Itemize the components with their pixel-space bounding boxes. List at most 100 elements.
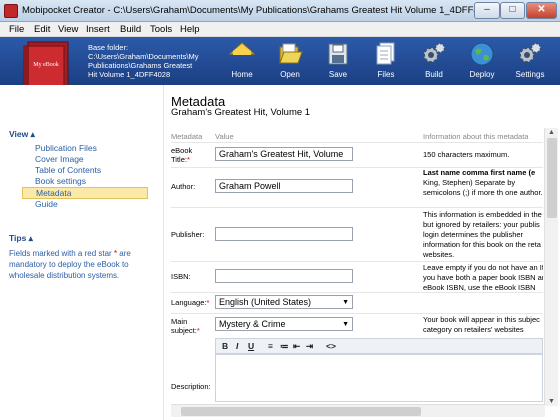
ordered-list-button[interactable]: ≡ [268, 341, 273, 351]
language-label: Language:* [171, 298, 215, 307]
language-select[interactable]: English (United States) ▼ [215, 295, 353, 309]
row-divider [171, 292, 543, 293]
language-required-star: * [206, 298, 210, 307]
isbn-label: ISBN: [171, 272, 191, 281]
home-label: Home [231, 70, 253, 79]
menu-help[interactable]: Help [180, 24, 200, 35]
menu-bar: File Edit View Insert Build Tools Help [0, 22, 560, 37]
app-icon [4, 4, 18, 18]
author-field[interactable]: Graham Powell [215, 179, 353, 193]
window-title: Mobipocket Creator - C:\Users\Graham\Doc… [22, 5, 503, 16]
deploy-button[interactable]: Deploy [459, 41, 505, 83]
menu-tools[interactable]: Tools [150, 24, 172, 35]
title-bar: Mobipocket Creator - C:\Users\Graham\Doc… [0, 0, 560, 22]
scroll-up-icon[interactable]: ▲ [548, 129, 555, 136]
italic-button[interactable]: I [236, 341, 238, 351]
source-view-button[interactable]: <> [326, 341, 336, 351]
chevron-down-icon: ▼ [342, 299, 349, 306]
indent-button[interactable]: ⇥ [306, 341, 313, 352]
files-button[interactable]: Files [363, 41, 409, 83]
unordered-list-button[interactable]: ≔ [280, 341, 289, 352]
language-value: English (United States) [219, 297, 312, 307]
vertical-scroll-thumb[interactable] [547, 138, 557, 218]
horizontal-scroll-thumb[interactable] [181, 407, 421, 416]
deploy-label: Deploy [469, 70, 495, 79]
isbn-field[interactable] [215, 269, 353, 283]
description-label: Description: [171, 382, 211, 391]
subject-required-star: * [196, 326, 200, 335]
menu-edit[interactable]: Edit [34, 24, 50, 35]
build-button[interactable]: Build [411, 41, 457, 83]
minimize-button[interactable]: – [474, 2, 500, 19]
author-info-text: King, Stephen) Separate by semicolons (;… [423, 178, 543, 197]
isbn-info: Leave empty if you do not have an If you… [423, 263, 543, 292]
language-label-text: Language: [171, 298, 207, 307]
home-icon [229, 42, 255, 55]
home-button[interactable]: Home [219, 41, 265, 83]
bold-button[interactable]: B [222, 341, 228, 351]
publisher-info: This information is embedded in the but … [423, 210, 542, 259]
open-button[interactable]: Open [267, 41, 313, 83]
build-label: Build [425, 70, 443, 79]
metadata-panel: Metadata Graham's Greatest Hit, Volume 1… [164, 85, 560, 420]
subject-select[interactable]: Mystery & Crime ▼ [215, 317, 353, 331]
menu-insert[interactable]: Insert [86, 24, 110, 35]
scroll-down-icon[interactable]: ▼ [548, 398, 555, 405]
subject-label: Main subject:* [171, 317, 215, 335]
row-divider [171, 261, 543, 262]
header-divider [171, 142, 543, 143]
chevron-down-icon: ▼ [342, 321, 349, 328]
author-label: Author: [171, 182, 196, 191]
title-field[interactable]: Graham's Greatest Hit, Volume [215, 147, 353, 161]
title-required-star: * [186, 155, 190, 164]
subject-label-text: Main subject: [171, 317, 197, 335]
description-editor[interactable] [215, 354, 543, 402]
save-disk-icon [328, 43, 348, 65]
sidebar-item-book-settings[interactable]: Book settings [35, 176, 86, 186]
settings-label: Settings [515, 70, 545, 79]
menu-file[interactable]: File [9, 24, 24, 35]
sidebar-item-guide[interactable]: Guide [35, 199, 58, 209]
base-folder-label: Base folder: [88, 43, 129, 52]
underline-button[interactable]: U [248, 341, 254, 351]
vertical-scrollbar[interactable]: ▲ ▼ [544, 128, 558, 406]
subject-value: Mystery & Crime [219, 319, 286, 329]
book-label: My eBook [33, 62, 59, 68]
save-button[interactable]: Save [315, 41, 361, 83]
author-info: Last name comma first name (e King, Steph… [423, 168, 543, 206]
build-gears-icon [423, 42, 446, 63]
settings-button[interactable]: Settings [507, 41, 553, 83]
sidebar-item-cover-image[interactable]: Cover Image [35, 154, 84, 164]
close-button[interactable]: ✕ [526, 2, 557, 19]
row-divider [171, 313, 543, 314]
menu-build[interactable]: Build [120, 24, 141, 35]
tips-text: Fields marked with a red star * are mand… [9, 248, 159, 281]
base-folder-path-1: C:\Users\Graham\Documents\My [88, 52, 199, 61]
base-folder-path-3: Hit Volume 1_4DFF4028 [88, 70, 171, 79]
sidebar-item-metadata[interactable]: Metadata [22, 187, 148, 199]
files-label: Files [377, 70, 395, 79]
sidebar-item-table-of-contents[interactable]: Table of Contents [35, 165, 101, 175]
menu-view[interactable]: View [58, 24, 78, 35]
metadata-grid: Metadata Value Information about this me… [171, 130, 543, 410]
maximize-button[interactable]: □ [500, 2, 525, 19]
sidebar-item-publication-files[interactable]: Publication Files [35, 143, 97, 153]
save-label: Save [328, 70, 348, 79]
column-info: Information about this metadata [423, 132, 529, 141]
sidebar: View ▴ Publication Files Cover Image Tab… [0, 85, 164, 420]
subject-info: Your book will appear in this subjec cat… [423, 315, 540, 334]
base-folder-path-2: Publications\Grahams Greatest [88, 61, 193, 70]
settings-gears-icon [519, 42, 542, 63]
title-label: eBook Title:* [171, 146, 213, 164]
page-subtitle: Graham's Greatest Hit, Volume 1 [171, 107, 311, 118]
publisher-label: Publisher: [171, 230, 205, 239]
main-toolbar: Base folder: C:\Users\Graham\Documents\M… [0, 37, 560, 85]
title-info: 150 characters maximum. [423, 150, 510, 159]
sidebar-view-heading[interactable]: View ▴ [9, 129, 35, 140]
column-value: Value [215, 132, 234, 141]
sidebar-tips-heading[interactable]: Tips ▴ [9, 233, 33, 244]
publisher-field[interactable] [215, 227, 353, 241]
outdent-button[interactable]: ⇤ [293, 341, 300, 352]
row-divider [171, 207, 543, 208]
horizontal-scrollbar[interactable] [171, 404, 545, 417]
